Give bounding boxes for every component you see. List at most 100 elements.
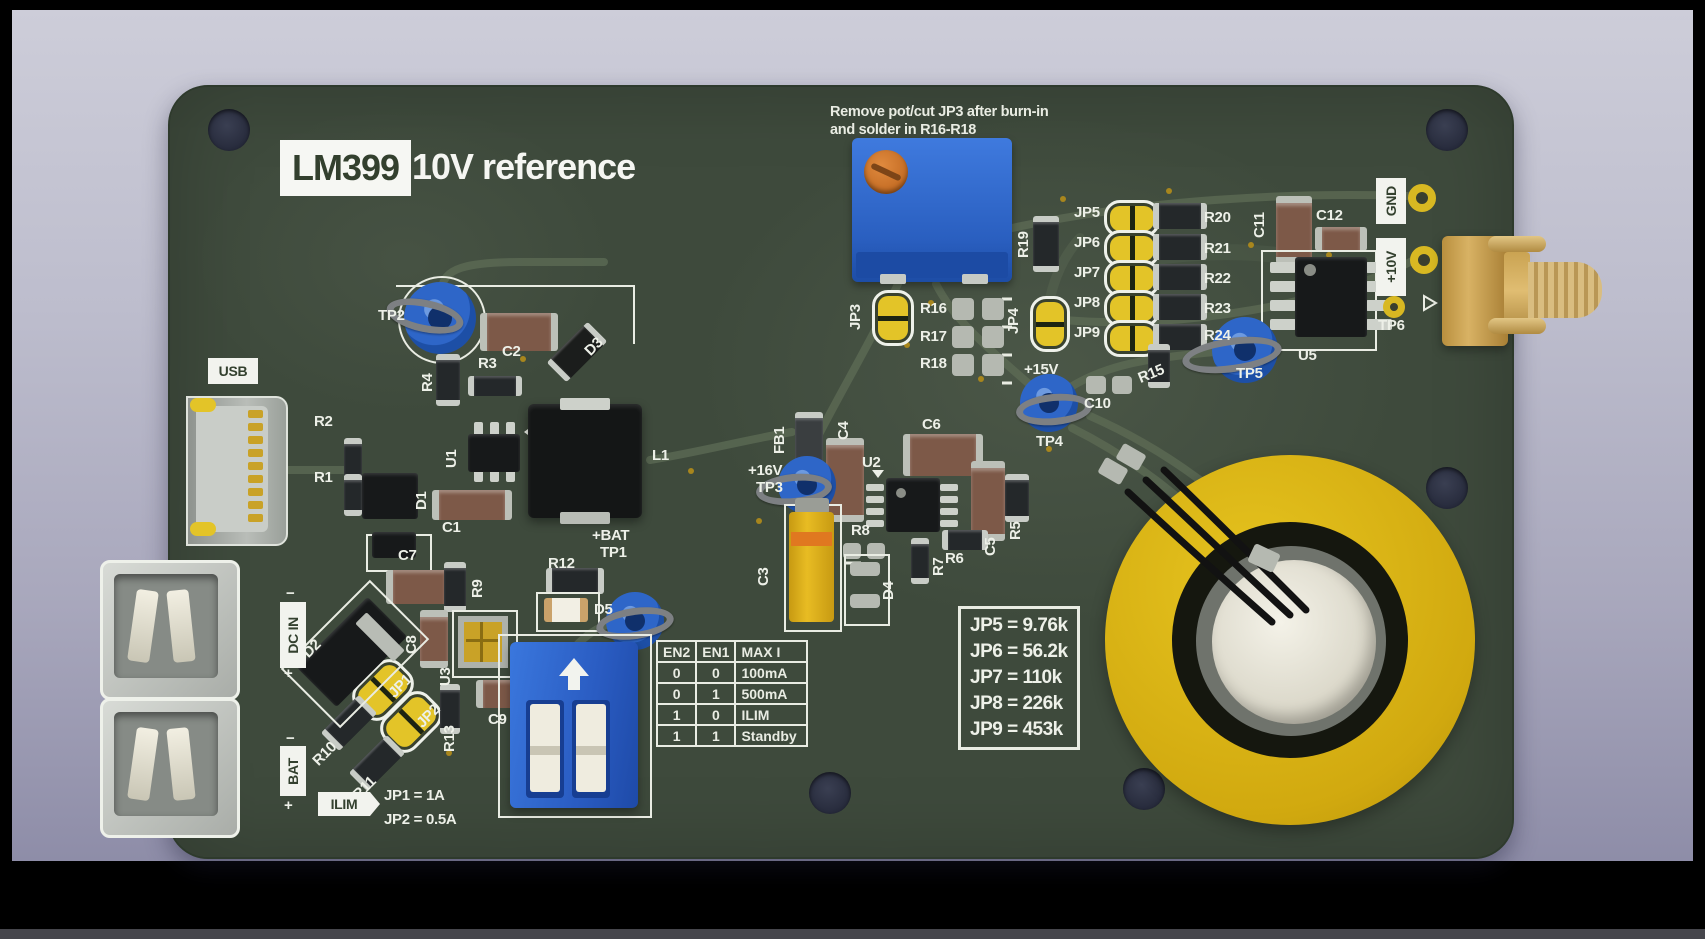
en-table-row: 1 0 ILIM	[657, 704, 807, 725]
jumper-value-line: JP8 = 226k	[970, 691, 1068, 717]
silkscreen-label: R6	[945, 551, 964, 567]
enable-logic-table: EN2 EN1 MAX I 0 0 100mA 0 1 500mA 1 0 IL…	[656, 640, 808, 747]
sma-pin	[1488, 236, 1546, 252]
silkscreen-label: JP9	[1074, 325, 1100, 341]
d4-unpopulated-pads	[850, 562, 880, 576]
jumper-jp3[interactable]	[872, 290, 914, 346]
silkscreen-badge: DC IN	[280, 602, 306, 668]
mounting-hole	[809, 772, 851, 814]
dc-in-cavity	[114, 574, 218, 678]
silkscreen-label: R21	[1204, 241, 1231, 257]
silkscreen-label: C4	[836, 421, 852, 440]
silkscreen-label: JP3	[848, 304, 864, 330]
ic-u1	[468, 434, 520, 472]
en-table-header: EN1	[696, 641, 735, 662]
capacitor-c1	[432, 490, 512, 520]
dip-switch-lever-2[interactable]	[576, 704, 606, 792]
silkscreen-label: C9	[488, 712, 507, 728]
silkscreen-label: JP6	[1074, 235, 1100, 251]
silkscreen-label: D1	[414, 491, 430, 510]
r16-r17-r18-unpopulated-pads	[952, 298, 974, 320]
silkscreen-badge: +10V	[1376, 238, 1406, 296]
silkscreen-label: R18	[920, 356, 947, 372]
en-table-cell: Standby	[735, 725, 807, 746]
resistor-r7	[911, 538, 929, 584]
silkscreen-label: R19	[1016, 231, 1032, 258]
en-table-cell: 500mA	[735, 683, 807, 704]
silkscreen-label: JP7	[1074, 265, 1100, 281]
resistor-r19	[1033, 216, 1059, 272]
resistor-r1	[344, 474, 362, 516]
silkscreen-label: C12	[1316, 208, 1343, 224]
silkscreen-label: C2	[502, 344, 521, 360]
trimmer-pin	[962, 274, 988, 284]
via-dots	[0, 0, 6, 6]
silkscreen-label: +BAT	[592, 528, 629, 544]
capacitor-near-c7	[386, 570, 452, 604]
en-table-header: MAX I	[735, 641, 807, 662]
silkscreen-label: D5	[594, 602, 613, 618]
page-title: 10V reference	[412, 146, 635, 188]
silkscreen-label: −	[286, 586, 294, 602]
resistor-r22	[1153, 264, 1207, 290]
silkscreen-label: U1	[444, 449, 460, 468]
u5-pin1-dot	[1304, 264, 1316, 276]
silkscreen-label: R5	[1008, 521, 1024, 540]
en-table-cell: 100mA	[735, 662, 807, 683]
scene: TP2R4R3C2D3U1L1C1D1R2R1C7R9C8U3JP1JP2R10…	[0, 0, 1705, 939]
silkscreen-label: JP1 = 1A	[384, 788, 445, 804]
sma-threaded-barrel	[1528, 262, 1602, 318]
note-line-2: and solder in R16-R18	[830, 122, 1048, 140]
u2-pin1-dot	[896, 488, 906, 498]
l1-clips	[560, 398, 610, 410]
led-d5	[544, 598, 588, 622]
silkscreen-label: JP8	[1074, 295, 1100, 311]
sma-pin	[1488, 318, 1546, 334]
silkscreen-label: TP4	[1036, 434, 1063, 450]
silkscreen-label: +16V	[748, 463, 782, 479]
silkscreen-label: JP4	[1006, 308, 1022, 334]
silkscreen-label: C6	[922, 417, 941, 433]
silkscreen-label: +15V	[1024, 362, 1058, 378]
silkscreen-badge: BAT	[280, 746, 306, 796]
dip-switch-lever-1[interactable]	[530, 704, 560, 792]
jumper-value-line: JP7 = 110k	[970, 665, 1068, 691]
title-chip: LM399	[280, 140, 411, 196]
silkscreen-label: C11	[1252, 212, 1268, 238]
en-table-row: 0 1 500mA	[657, 683, 807, 704]
en-table-cell: ILIM	[735, 704, 807, 725]
silkscreen-label: R4	[420, 373, 436, 392]
capacitor-c12	[1315, 227, 1367, 251]
silkscreen-label: R9	[470, 579, 486, 598]
note-line-1: Remove pot/cut JP3 after burn-in	[830, 104, 1048, 122]
jumper-jp4[interactable]	[1030, 296, 1070, 352]
en-table-cell: 0	[696, 662, 735, 683]
silkscreen-label: C7	[398, 548, 417, 564]
silkscreen-label: FB1	[772, 427, 788, 454]
resistor-r4	[436, 354, 460, 406]
silkscreen-badge: ILIM	[318, 792, 370, 816]
capacitor-c5	[971, 461, 1005, 541]
inductor-l1	[528, 404, 642, 518]
silkscreen-label: D4	[881, 581, 897, 600]
silkscreen-label: R24	[1204, 328, 1231, 344]
plus10v-pad	[1410, 246, 1438, 274]
resistor-r23	[1153, 294, 1207, 320]
silkscreen-label: L1	[652, 448, 669, 464]
silkscreen-label: R20	[1204, 210, 1231, 226]
silkscreen-label: R16	[920, 301, 947, 317]
silkscreen-label: C3	[756, 567, 772, 586]
burn-in-note: Remove pot/cut JP3 after burn-in and sol…	[830, 104, 1048, 139]
resistor-r9	[444, 562, 466, 612]
silkscreen-label: R12	[548, 556, 575, 572]
silkscreen-label: +	[284, 798, 292, 814]
ic-u2	[886, 478, 940, 532]
resistor-r3	[468, 376, 522, 396]
jumper-value-line: JP6 = 56.2k	[970, 639, 1068, 665]
en-table-cell: 1	[657, 704, 696, 725]
mounting-hole	[208, 109, 250, 151]
en-table-cell: 1	[657, 725, 696, 746]
mounting-hole	[1426, 109, 1468, 151]
jumper-values-box: JP5 = 9.76kJP6 = 56.2kJP7 = 110kJP8 = 22…	[958, 606, 1080, 750]
en-table-row: 0 0 100mA	[657, 662, 807, 683]
